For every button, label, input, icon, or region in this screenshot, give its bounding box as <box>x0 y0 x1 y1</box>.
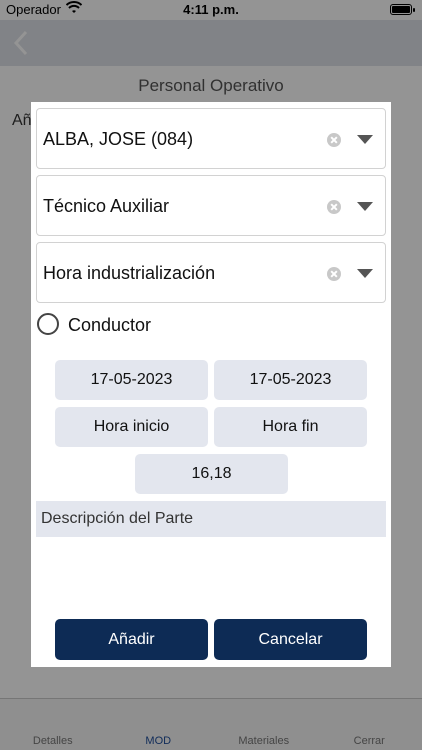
start-date-button[interactable]: 17-05-2023 <box>55 360 208 400</box>
category-select[interactable]: Técnico Auxiliar <box>36 175 386 236</box>
clear-icon[interactable] <box>327 200 341 214</box>
cancel-button[interactable]: Cancelar <box>214 619 367 660</box>
add-button[interactable]: Añadir <box>55 619 208 660</box>
driver-radio[interactable] <box>37 313 59 335</box>
hour-type-select[interactable]: Hora industrialización <box>36 242 386 303</box>
dropdown-arrow-icon[interactable] <box>357 135 373 144</box>
clear-icon[interactable] <box>327 133 341 147</box>
dropdown-arrow-icon[interactable] <box>357 269 373 278</box>
end-time-button[interactable]: Hora fin <box>214 407 367 447</box>
hours-field[interactable]: 16,18 <box>135 454 288 494</box>
category-select-value: Técnico Auxiliar <box>43 196 170 216</box>
driver-option[interactable]: Conductor <box>37 313 237 337</box>
dropdown-arrow-icon[interactable] <box>357 202 373 211</box>
add-operator-dialog: ALBA, JOSE (084) Técnico Auxiliar Hora i… <box>31 102 391 667</box>
employee-select[interactable]: ALBA, JOSE (084) <box>36 108 386 169</box>
start-time-button[interactable]: Hora inicio <box>55 407 208 447</box>
clear-icon[interactable] <box>327 267 341 281</box>
driver-radio-label: Conductor <box>68 315 152 335</box>
employee-select-value: ALBA, JOSE (084) <box>43 129 194 149</box>
hour-type-select-value: Hora industrialización <box>43 263 216 283</box>
end-date-button[interactable]: 17-05-2023 <box>214 360 367 400</box>
description-input[interactable]: Descripción del Parte <box>36 501 386 537</box>
